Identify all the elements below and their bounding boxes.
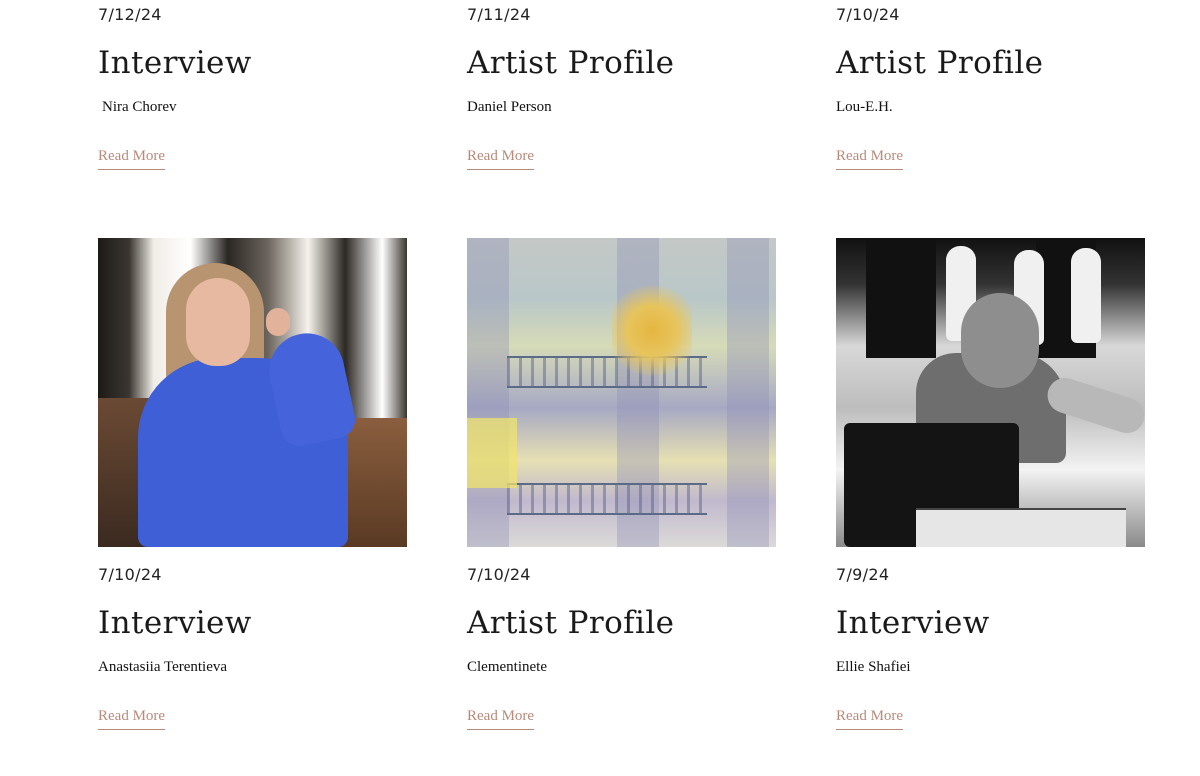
post-card: 7/11/24 Artist Profile Daniel Person Rea… <box>467 5 776 170</box>
post-category[interactable]: Interview <box>836 603 1145 643</box>
post-thumbnail-image[interactable] <box>98 238 407 547</box>
post-thumbnail-image[interactable] <box>836 238 1145 547</box>
post-date: 7/10/24 <box>467 565 531 584</box>
post-card: 7/10/24 Artist Profile Lou-E.H. Read Mor… <box>836 5 1145 170</box>
blog-post-grid: 7/12/24 Interview Nira Chorev Read More … <box>0 0 1200 776</box>
post-date: 7/9/24 <box>836 565 890 584</box>
read-more-link[interactable]: Read More <box>467 146 535 170</box>
post-card: 7/9/24 Interview Ellie Shafiei Read More <box>836 238 1145 730</box>
post-card: 7/12/24 Interview Nira Chorev Read More <box>98 5 407 170</box>
post-date: 7/10/24 <box>836 5 900 24</box>
post-category[interactable]: Artist Profile <box>467 43 776 83</box>
post-author: Lou-E.H. <box>836 99 893 115</box>
post-author: Anastasiia Terentieva <box>98 659 228 675</box>
read-more-link[interactable]: Read More <box>98 706 166 730</box>
post-category[interactable]: Artist Profile <box>836 43 1145 83</box>
post-category[interactable]: Interview <box>98 43 407 83</box>
read-more-link[interactable]: Read More <box>467 706 535 730</box>
post-author: Nira Chorev <box>102 99 177 115</box>
post-date: 7/11/24 <box>467 5 531 24</box>
post-author: Daniel Person <box>467 99 552 115</box>
post-category[interactable]: Interview <box>98 603 407 643</box>
post-card: 7/10/24 Interview Anastasiia Terentieva … <box>98 238 407 730</box>
post-date: 7/12/24 <box>98 5 162 24</box>
read-more-link[interactable]: Read More <box>98 146 166 170</box>
read-more-link[interactable]: Read More <box>836 146 904 170</box>
post-card: 7/10/24 Artist Profile Clementinete Read… <box>467 238 776 730</box>
post-date: 7/10/24 <box>98 565 162 584</box>
read-more-link[interactable]: Read More <box>836 706 904 730</box>
post-author: Ellie Shafiei <box>836 659 911 675</box>
post-thumbnail-image[interactable] <box>467 238 776 547</box>
post-category[interactable]: Artist Profile <box>467 603 776 643</box>
post-author: Clementinete <box>467 659 547 675</box>
